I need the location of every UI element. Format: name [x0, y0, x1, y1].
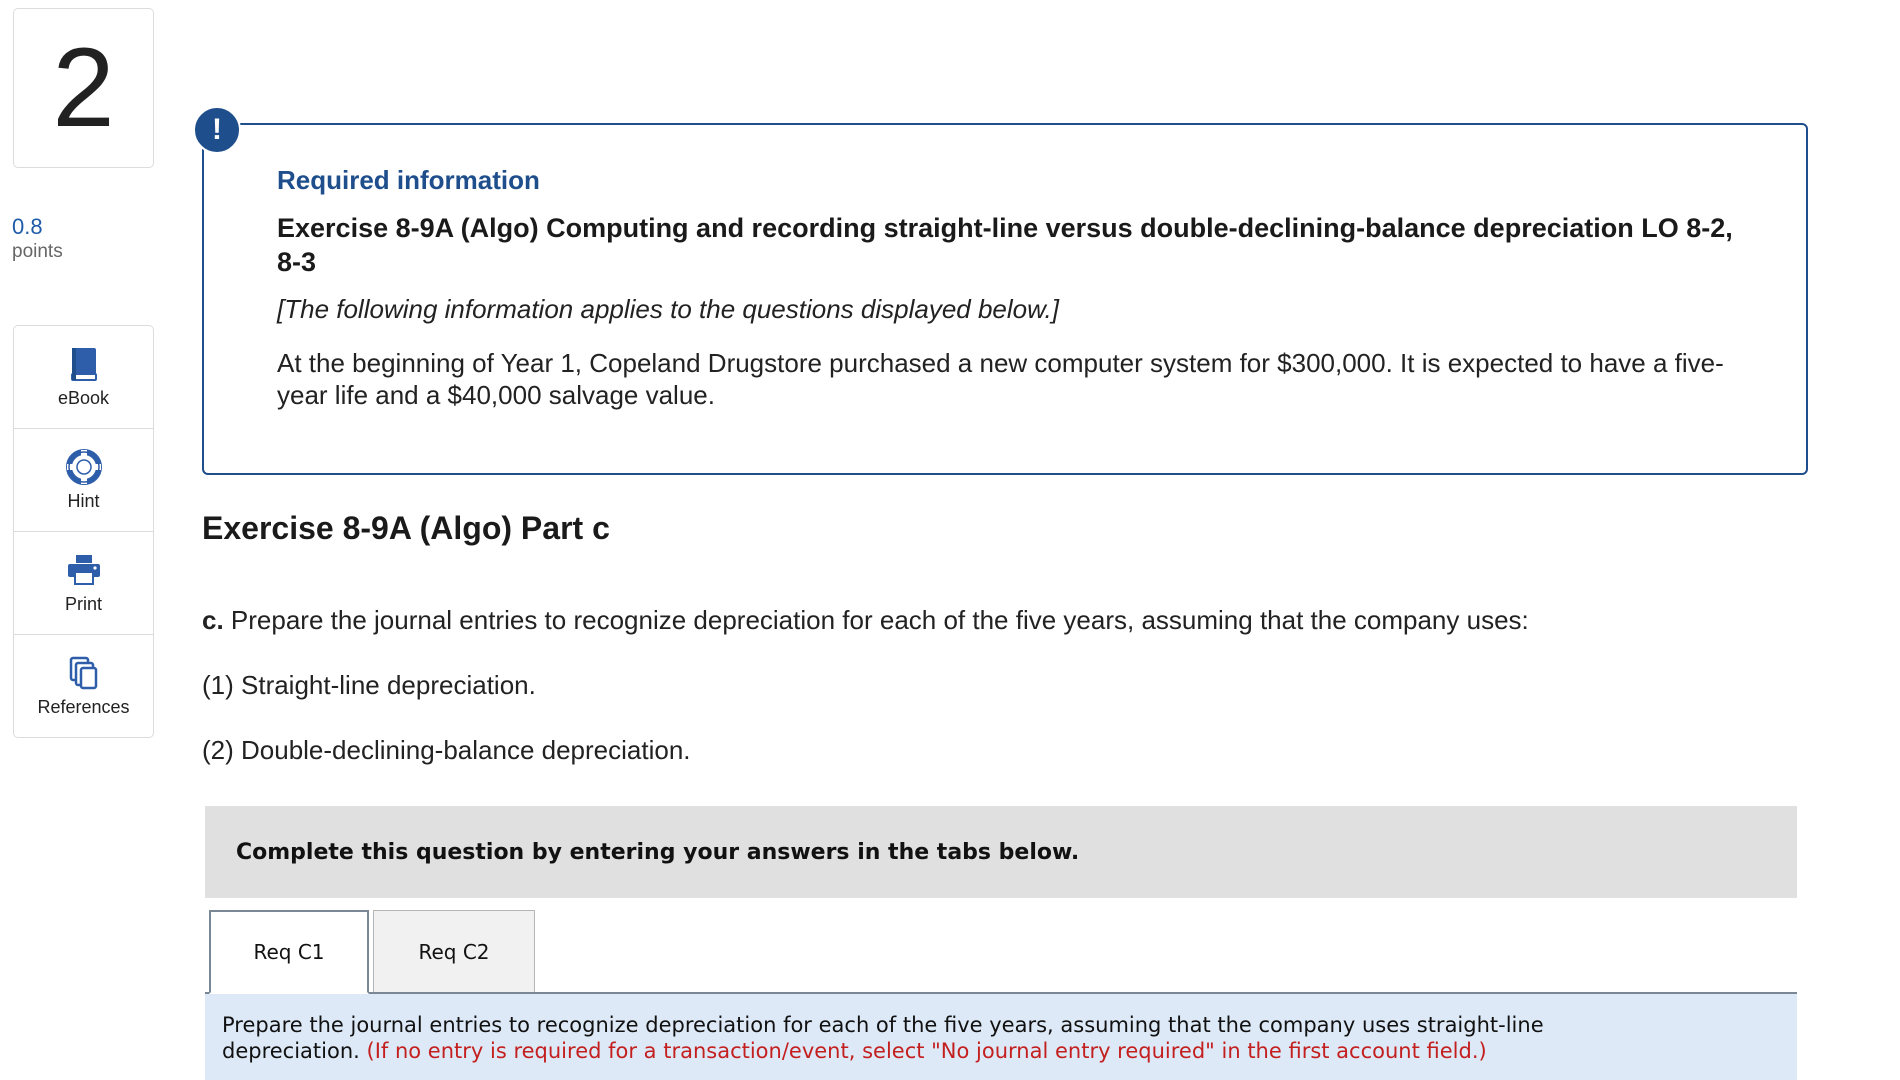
print-label: Print [64, 593, 102, 614]
hint-label: Hint [67, 490, 100, 511]
part-title: Exercise 8-9A (Algo) Part c [202, 510, 610, 546]
required-info-heading: Required information [277, 165, 540, 195]
references-label: References [37, 696, 130, 717]
points-display: 0.8 points [12, 214, 63, 265]
instructions-bar: Complete this question by entering your … [205, 806, 1797, 898]
tab-panel-req-c1: Prepare the journal entries to recognize… [205, 994, 1797, 1080]
option-ddb: (2) Double-declining-balance depreciatio… [202, 735, 691, 765]
references-button[interactable]: References [14, 635, 153, 737]
question-number: 2 [13, 8, 154, 168]
hint-button[interactable]: Hint [14, 429, 153, 532]
print-button[interactable]: Print [14, 532, 153, 635]
part-prompt: c. Prepare the journal entries to recogn… [202, 605, 1529, 636]
ebook-button[interactable]: eBook [14, 326, 153, 429]
applies-note: [The following information applies to th… [277, 293, 1059, 324]
required-info-box: Required information Exercise 8-9A (Algo… [202, 123, 1808, 475]
panel-instructions: Prepare the journal entries to recognize… [222, 1012, 1632, 1065]
required-info-content: Required information Exercise 8-9A (Algo… [277, 165, 1757, 411]
question-page: 2 0.8 points eBook Hint Print References… [0, 0, 1900, 1080]
points-value: 0.8 [12, 214, 43, 239]
requirement-tabs: Req C1 Req C2 [205, 910, 1797, 994]
points-label: points [12, 241, 63, 263]
tab-req-c2[interactable]: Req C2 [373, 910, 535, 992]
exercise-title: Exercise 8-9A (Algo) Computing and recor… [277, 213, 1733, 277]
panel-note: (If no entry is required for a transacti… [366, 1039, 1487, 1064]
ebook-label: eBook [57, 387, 110, 408]
lifebuoy-icon [65, 448, 102, 485]
alert-icon: ! [193, 106, 241, 154]
copy-documents-icon [69, 656, 97, 689]
printer-icon [67, 554, 100, 585]
prompt-text: Prepare the journal entries to recognize… [230, 605, 1529, 635]
scenario-text: At the beginning of Year 1, Copeland Dru… [277, 347, 1724, 410]
tab-req-c1[interactable]: Req C1 [209, 910, 369, 994]
prompt-label: c. [202, 605, 224, 635]
instructions-text: Complete this question by entering your … [236, 839, 1080, 865]
book-icon [70, 347, 97, 381]
option-straight-line: (1) Straight-line depreciation. [202, 670, 536, 700]
tool-panel: eBook Hint Print References [13, 325, 154, 738]
